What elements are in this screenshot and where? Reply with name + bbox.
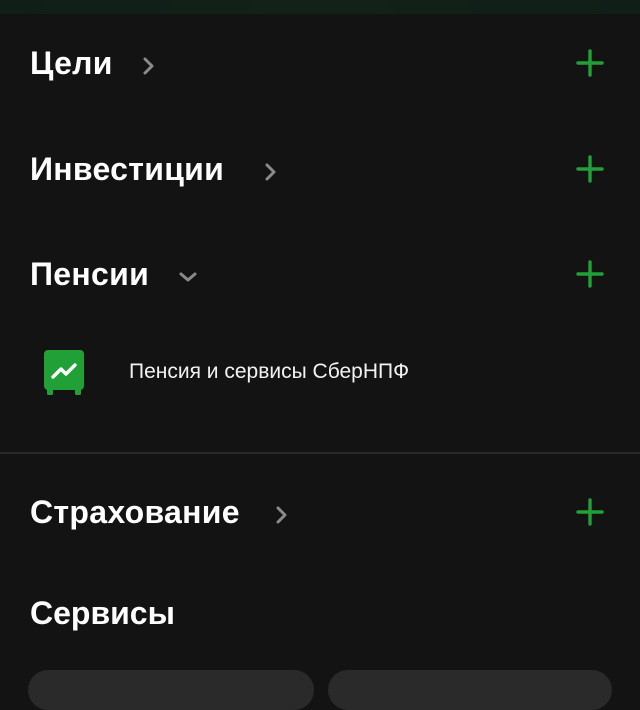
section-goals[interactable]: Цели [0,33,640,93]
chevron-right-icon[interactable] [260,161,282,183]
section-title-insurance: Страхование [30,494,240,530]
chevron-down-icon[interactable] [177,266,199,288]
top-strip [0,0,640,14]
add-goal-plus-icon[interactable] [572,45,608,81]
add-insurance-plus-icon[interactable] [572,494,608,530]
service-card[interactable] [28,670,314,710]
section-title-services: Сервисы [30,595,175,631]
section-pensions[interactable]: Пенсии [0,244,640,304]
add-pension-plus-icon[interactable] [572,256,608,292]
section-investments[interactable]: Инвестиции [0,139,640,199]
pension-item-label: Пенсия и сервисы СберНПФ [129,360,410,383]
section-insurance[interactable]: Страхование [0,482,640,542]
service-card[interactable] [328,670,612,710]
section-title-goals: Цели [30,45,113,81]
section-title-pensions: Пенсии [30,256,150,292]
chevron-right-icon[interactable] [271,504,293,526]
add-investment-plus-icon[interactable] [572,151,608,187]
section-divider [0,452,640,454]
chevron-right-icon[interactable] [138,55,160,77]
section-title-investments: Инвестиции [30,151,225,187]
sber-npf-logo-icon [44,350,84,396]
pension-item-sber-npf[interactable]: Пенсия и сервисы СберНПФ [0,340,640,402]
